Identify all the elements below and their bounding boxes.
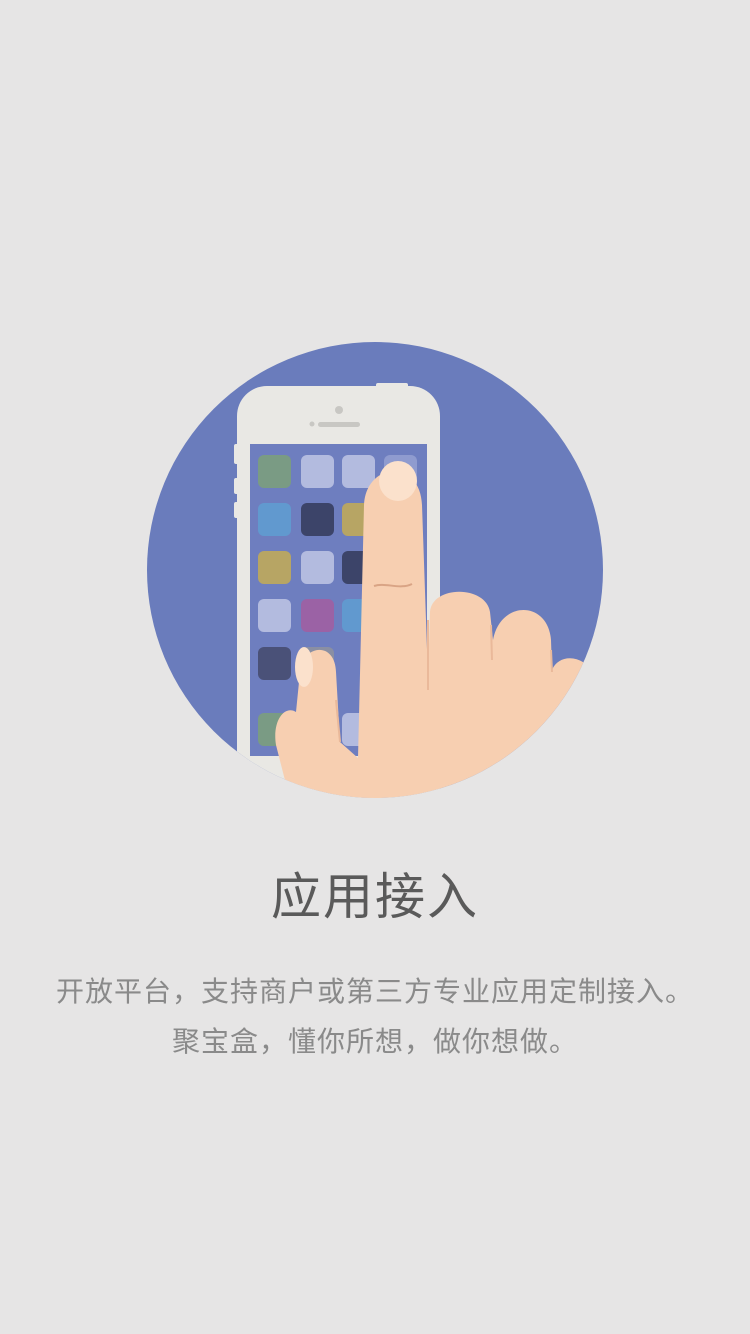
phone-speaker	[318, 422, 360, 427]
description-line-1: 开放平台，支持商户或第三方专业应用定制接入。	[55, 975, 694, 1008]
fingernail	[379, 461, 417, 501]
phone-sensor	[309, 421, 315, 427]
hand-tapping-phone-icon	[147, 342, 603, 798]
phone-camera	[335, 406, 343, 414]
page-title: 应用接入	[271, 868, 479, 926]
onboarding-screen: 应用接入 开放平台，支持商户或第三方专业应用定制接入。 聚宝盒，懂你所想，做你想…	[0, 0, 750, 1334]
description-line-2: 聚宝盒，懂你所想，做你想做。	[171, 1025, 578, 1058]
thumb-nail	[295, 647, 313, 687]
